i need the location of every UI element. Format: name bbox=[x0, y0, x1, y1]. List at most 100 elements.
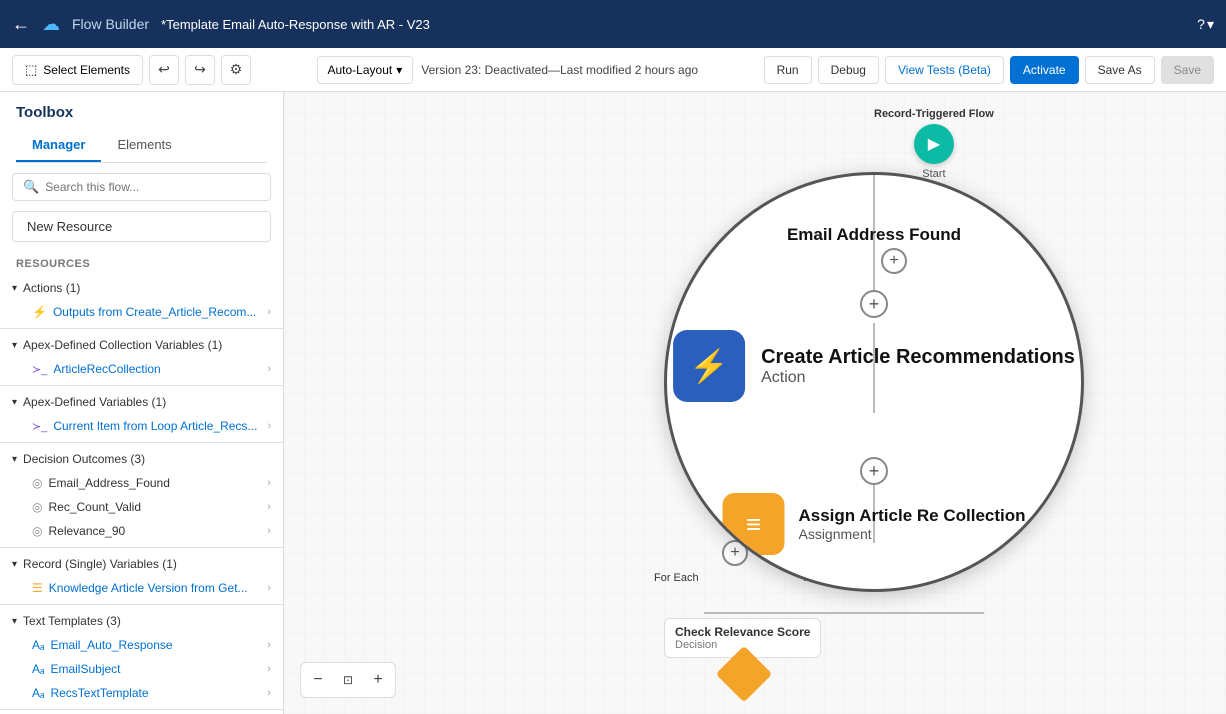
group-decision-outcomes-header[interactable]: ▾ Decision Outcomes (3) bbox=[0, 447, 283, 471]
activate-label: Activate bbox=[1023, 63, 1066, 77]
group-record-vars-header[interactable]: ▾ Record (Single) Variables (1) bbox=[0, 552, 283, 576]
back-button[interactable]: ← bbox=[12, 14, 30, 35]
page-title: *Template Email Auto-Response with AR - … bbox=[161, 17, 1185, 32]
start-button[interactable]: ▶ bbox=[914, 124, 954, 164]
list-item[interactable]: ◎ Relevance_90 › bbox=[0, 519, 283, 543]
group-apex-collection-header[interactable]: ▾ Apex-Defined Collection Variables (1) bbox=[0, 333, 283, 357]
item-label: Email_Auto_Response bbox=[50, 638, 261, 652]
resources-list: ▾ Actions (1) ⚡ Outputs from Create_Arti… bbox=[0, 276, 283, 714]
list-item[interactable]: ⚡ Outputs from Create_Article_Recom... › bbox=[0, 300, 283, 324]
zoom-fit-button[interactable]: ⊡ bbox=[335, 667, 361, 693]
chevron-down-icon: ▾ bbox=[12, 454, 17, 465]
zoom-out-button[interactable]: − bbox=[305, 667, 331, 693]
group-decision-outcomes-label: Decision Outcomes (3) bbox=[23, 452, 271, 466]
list-item[interactable]: Aₐ RecsTextTemplate › bbox=[0, 681, 283, 705]
group-text-templates-label: Text Templates (3) bbox=[23, 614, 271, 628]
item-label: EmailSubject bbox=[50, 662, 261, 676]
chevron-right-icon: › bbox=[267, 639, 271, 651]
item-label: Outputs from Create_Article_Recom... bbox=[53, 305, 261, 319]
group-actions-label: Actions (1) bbox=[23, 281, 271, 295]
text-template-icon: Aₐ bbox=[32, 662, 44, 676]
record-triggered-flow-node: Record-Triggered Flow ▶ Start bbox=[874, 108, 994, 180]
list-item[interactable]: ≻_ Current Item from Loop Article_Recs..… bbox=[0, 414, 283, 438]
group-apex-vars-label: Apex-Defined Variables (1) bbox=[23, 395, 271, 409]
new-resource-button[interactable]: New Resource bbox=[12, 211, 271, 242]
help-dropdown-icon: ▾ bbox=[1207, 16, 1214, 33]
group-apex-collection: ▾ Apex-Defined Collection Variables (1) … bbox=[0, 333, 283, 381]
undo-button[interactable]: ↩ bbox=[149, 55, 179, 85]
chevron-right-icon: › bbox=[267, 420, 271, 432]
record-var-icon: ☰ bbox=[32, 581, 43, 595]
back-icon: ← bbox=[12, 14, 30, 35]
group-text-templates-header[interactable]: ▾ Text Templates (3) bbox=[0, 609, 283, 633]
run-button[interactable]: Run bbox=[764, 56, 812, 84]
group-actions-header[interactable]: ▾ Actions (1) bbox=[0, 276, 283, 300]
item-label: Email_Address_Found bbox=[48, 476, 261, 490]
undo-icon: ↩ bbox=[158, 61, 170, 78]
layout-dropdown[interactable]: Auto-Layout ▾ bbox=[317, 56, 414, 84]
add-connector-button-1[interactable]: + bbox=[881, 248, 907, 274]
check-relevance-label: Check Relevance Score bbox=[675, 625, 810, 639]
save-as-label: Save As bbox=[1098, 63, 1142, 77]
chevron-down-icon: ▾ bbox=[12, 559, 17, 570]
item-label: Relevance_90 bbox=[48, 524, 261, 538]
text-template-icon: Aₐ bbox=[32, 686, 44, 700]
decision-outcome-icon: ◎ bbox=[32, 476, 42, 490]
action-card-icon: ⚡ bbox=[673, 330, 745, 402]
list-item[interactable]: Aₐ EmailSubject › bbox=[0, 657, 283, 681]
apex-collection-icon: ≻_ bbox=[32, 363, 47, 376]
select-elements-button[interactable]: ⬚ Select Elements bbox=[12, 55, 143, 85]
zoom-in-button[interactable]: + bbox=[365, 667, 391, 693]
list-item[interactable]: ≻_ ArticleRecCollection › bbox=[0, 357, 283, 381]
decision-outcome-icon: ◎ bbox=[32, 524, 42, 538]
action-card-subtitle: Action bbox=[761, 369, 1075, 387]
chevron-down-icon: ▾ bbox=[12, 340, 17, 351]
chevron-down-icon: ▾ bbox=[12, 283, 17, 294]
save-as-button[interactable]: Save As bbox=[1085, 56, 1155, 84]
settings-button[interactable]: ⚙ bbox=[221, 55, 251, 85]
group-apex-vars-header[interactable]: ▾ Apex-Defined Variables (1) bbox=[0, 390, 283, 414]
help-button[interactable]: ? ▾ bbox=[1197, 16, 1214, 33]
action-card-title: Create Article Recommendations bbox=[761, 345, 1075, 369]
zoom-in-icon: + bbox=[373, 671, 382, 689]
mag-add-button-1[interactable]: + bbox=[860, 290, 888, 318]
chevron-right-icon: › bbox=[267, 501, 271, 513]
layout-label: Auto-Layout bbox=[328, 63, 393, 77]
zoom-out-icon: − bbox=[313, 671, 322, 689]
toolbox-sidebar: Toolbox Manager Elements 🔍 New Resource … bbox=[0, 92, 284, 714]
activate-button[interactable]: Activate bbox=[1010, 56, 1079, 84]
mag-add-button-2[interactable]: + bbox=[860, 457, 888, 485]
bottom-h-connector bbox=[704, 612, 984, 614]
select-elements-label: Select Elements bbox=[43, 63, 130, 77]
layout-dropdown-icon: ▾ bbox=[396, 63, 402, 77]
tab-manager[interactable]: Manager bbox=[16, 129, 101, 162]
action-icon: ⚡ bbox=[32, 305, 47, 319]
flow-canvas: Record-Triggered Flow ▶ Start Run Immedi… bbox=[284, 92, 1226, 714]
redo-icon: ↪ bbox=[194, 61, 206, 78]
zoom-fit-icon: ⊡ bbox=[343, 673, 353, 687]
save-button[interactable]: Save bbox=[1161, 56, 1214, 84]
debug-button[interactable]: Debug bbox=[818, 56, 879, 84]
tab-elements[interactable]: Elements bbox=[101, 129, 187, 162]
group-actions: ▾ Actions (1) ⚡ Outputs from Create_Arti… bbox=[0, 276, 283, 324]
group-decision-outcomes: ▾ Decision Outcomes (3) ◎ Email_Address_… bbox=[0, 447, 283, 543]
view-tests-button[interactable]: View Tests (Beta) bbox=[885, 56, 1004, 84]
list-item[interactable]: ◎ Rec_Count_Valid › bbox=[0, 495, 283, 519]
list-item[interactable]: Aₐ Email_Auto_Response › bbox=[0, 633, 283, 657]
magnify-circle: Email Address Found + ⚡ Create Article R… bbox=[664, 172, 1084, 592]
view-tests-label: View Tests (Beta) bbox=[898, 63, 991, 77]
magnify-inner: Email Address Found + ⚡ Create Article R… bbox=[667, 175, 1081, 589]
assign-article-card[interactable]: ≡ Assign Article Re Collection Assignmen… bbox=[722, 493, 1025, 555]
item-label: Knowledge Article Version from Get... bbox=[49, 581, 262, 595]
redo-button[interactable]: ↪ bbox=[185, 55, 215, 85]
assign-card-subtitle: Assignment bbox=[798, 526, 1025, 542]
apex-var-icon: ≻_ bbox=[32, 420, 47, 433]
list-item[interactable]: ☰ Knowledge Article Version from Get... … bbox=[0, 576, 283, 600]
settings-icon: ⚙ bbox=[230, 61, 243, 78]
create-article-rec-card[interactable]: ⚡ Create Article Recommendations Action bbox=[673, 330, 1075, 402]
assign-card-icon: ≡ bbox=[722, 493, 784, 555]
chevron-down-icon: ▾ bbox=[12, 397, 17, 408]
search-input[interactable] bbox=[45, 180, 260, 194]
list-item[interactable]: ◎ Email_Address_Found › bbox=[0, 471, 283, 495]
chevron-right-icon: › bbox=[267, 663, 271, 675]
